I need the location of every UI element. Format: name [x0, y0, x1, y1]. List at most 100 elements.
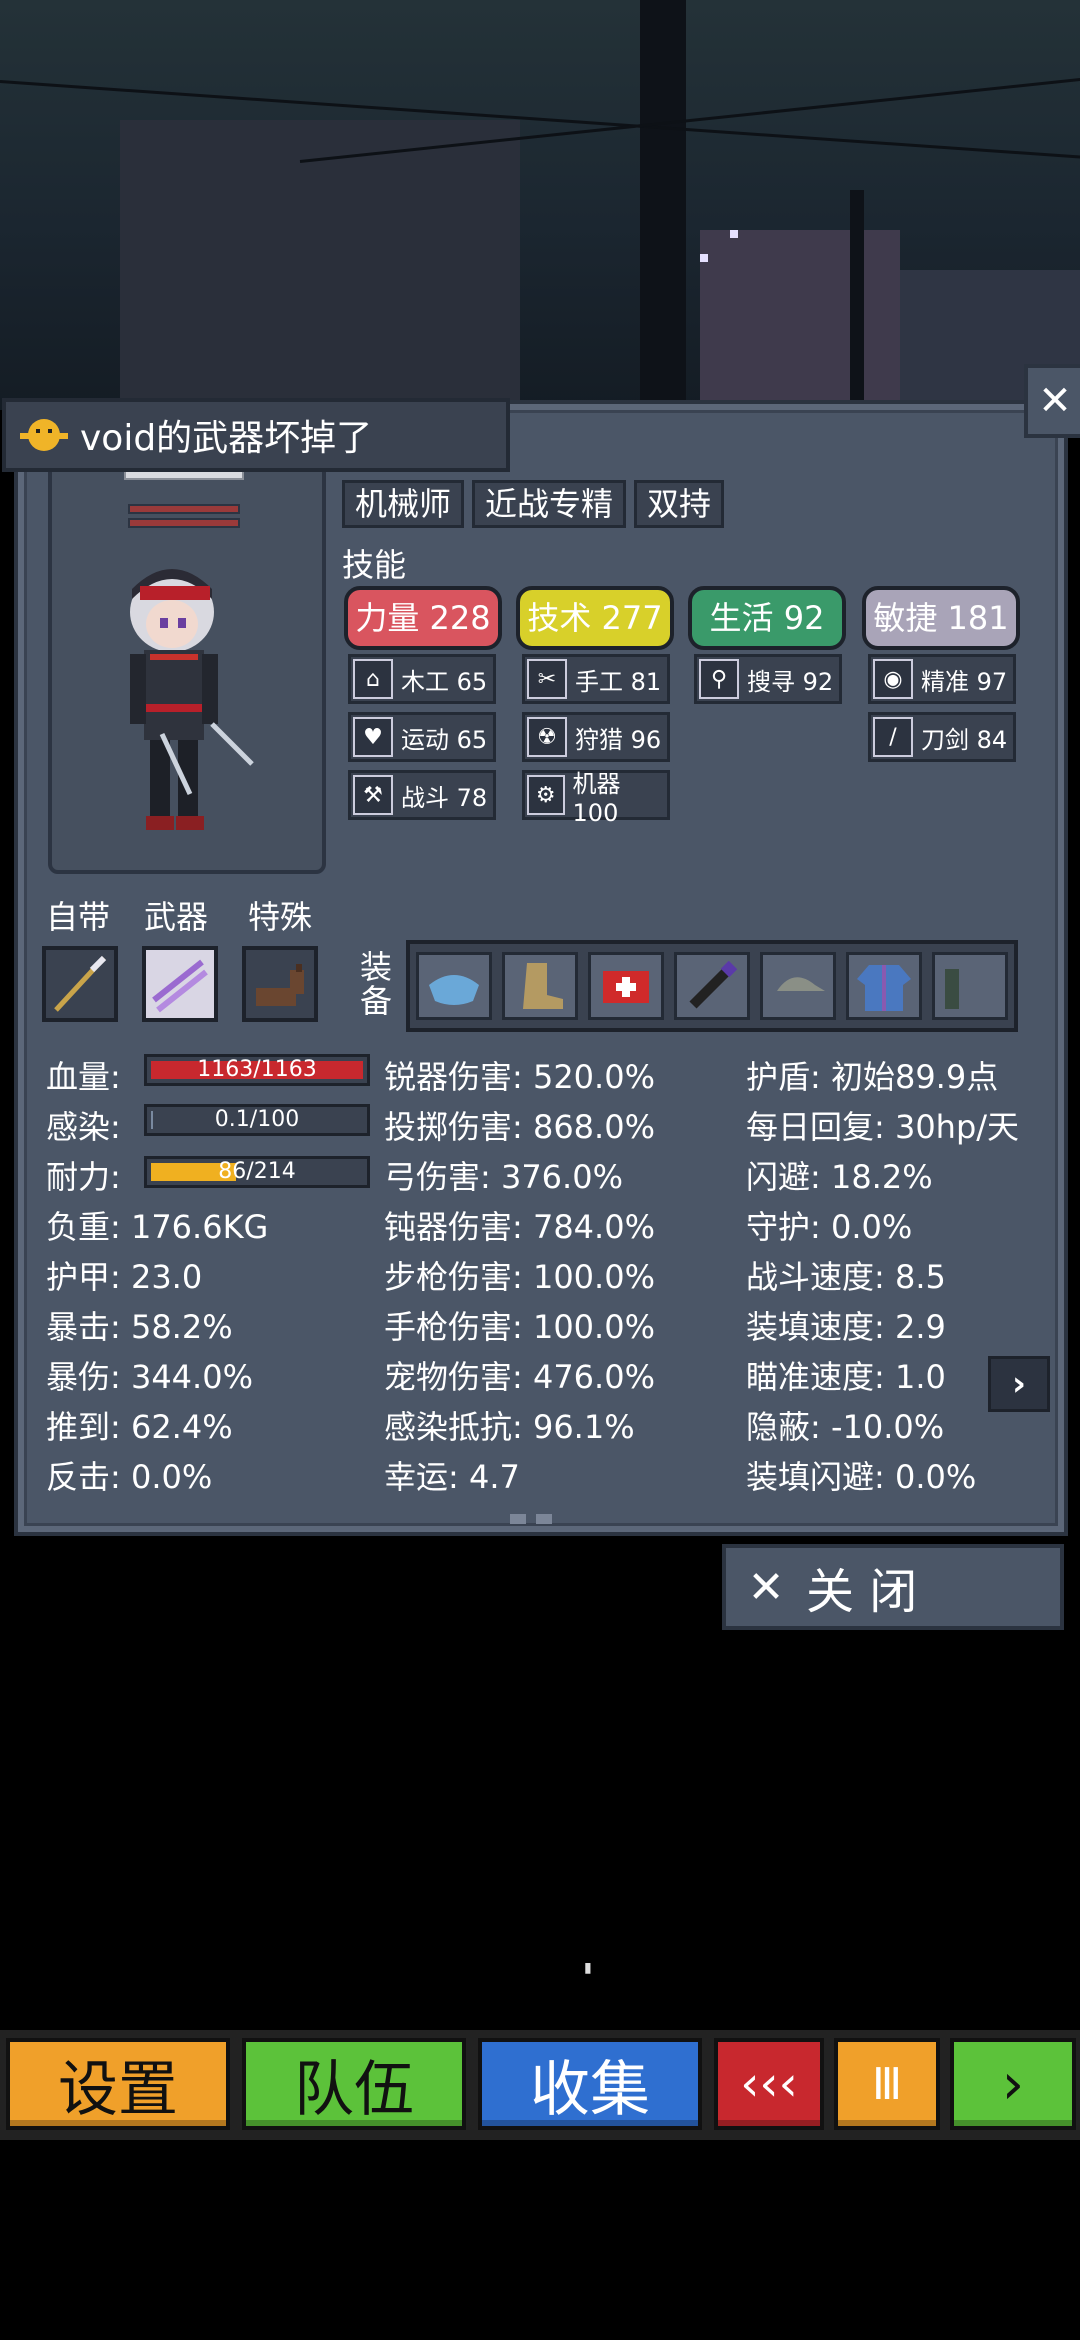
- pause-button[interactable]: Ⅲ: [834, 2038, 940, 2130]
- reload-speed-stat: 装填速度: 2.9: [746, 1308, 946, 1346]
- page-dot: [536, 1514, 552, 1524]
- skill-label: 机器 100: [572, 769, 621, 827]
- character-portrait: [48, 410, 326, 874]
- boot-icon: [523, 963, 563, 1009]
- portrait-health-bar: [128, 504, 240, 514]
- luck-stat: 幸运: 4.7: [384, 1458, 520, 1496]
- skill-label: 手工 81: [575, 667, 662, 696]
- skill-carpentry[interactable]: ⌂ 木工 65: [348, 654, 496, 704]
- attribute-agility[interactable]: 敏捷 181: [862, 586, 1020, 650]
- gear-icon: ⚙: [527, 775, 565, 815]
- crit-stat: 暴击: 58.2%: [46, 1308, 233, 1346]
- panel-close-icon[interactable]: ✕: [1024, 364, 1080, 438]
- close-button[interactable]: ✕ 关 闭: [722, 1544, 1064, 1630]
- pointer-icon: ▮: [584, 1960, 592, 1976]
- settings-button[interactable]: 设置: [6, 2038, 230, 2130]
- infection-label: 感染:: [46, 1108, 121, 1146]
- magnifier-icon: ⚲: [699, 659, 739, 699]
- close-button-label: 关 闭: [806, 1564, 918, 1620]
- skill-scavenging[interactable]: ⚲ 搜寻 92: [694, 654, 842, 704]
- cap-icon: [777, 977, 825, 991]
- equipment-label: 装备: [360, 948, 393, 1020]
- mask-icon: [429, 975, 479, 1005]
- dog-icon: [256, 964, 304, 1006]
- radiation-icon: ☢: [527, 717, 567, 757]
- hp-value: 1163/1163: [197, 1057, 317, 1082]
- utility-pole: [850, 190, 864, 410]
- counter-stat: 反击: 0.0%: [46, 1458, 213, 1496]
- special-slot[interactable]: [242, 946, 318, 1022]
- eye-icon: ◉: [873, 659, 913, 699]
- stealth-stat: 隐蔽: -10.0%: [746, 1408, 945, 1446]
- pistol-damage-stat: 手枪伤害: 100.0%: [384, 1308, 655, 1346]
- blunt-damage-stat: 钝器伤害: 784.0%: [384, 1208, 655, 1246]
- equipment-item-mask[interactable]: [416, 952, 492, 1020]
- infection-value: 0.1/100: [214, 1107, 300, 1132]
- daily-regen-stat: 每日回复: 30hp/天: [746, 1108, 1020, 1146]
- dodge-stat: 闪避: 18.2%: [746, 1158, 933, 1196]
- heart-icon: ♥: [353, 717, 393, 757]
- next-page-arrow-icon[interactable]: ›: [988, 1356, 1050, 1412]
- skill-machinery[interactable]: ⚙ 机器 100: [522, 770, 670, 827]
- house-icon: ⌂: [353, 659, 393, 699]
- skill-combat[interactable]: ⚒ 战斗 78: [348, 770, 496, 820]
- trait-mechanic[interactable]: 机械师: [342, 480, 465, 528]
- guard-stat: 守护: 0.0%: [746, 1208, 913, 1246]
- bow-damage-stat: 弓伤害: 376.0%: [384, 1158, 623, 1196]
- skill-label: 精准 97: [921, 667, 1008, 696]
- skill-crafting[interactable]: ✂ 手工 81: [522, 654, 670, 704]
- medkit-icon: [603, 971, 649, 1003]
- equipment-item-boots[interactable]: [502, 952, 578, 1020]
- skill-precision[interactable]: ◉ 精准 97: [868, 654, 1016, 704]
- shield-stat: 护盾: 初始89.9点: [746, 1058, 999, 1096]
- rifle-damage-stat: 步枪伤害: 100.0%: [384, 1258, 655, 1296]
- attribute-strength[interactable]: 力量 228: [344, 586, 502, 650]
- attribute-technique[interactable]: 技术 277: [516, 586, 674, 650]
- builtin-slot[interactable]: [42, 946, 118, 1022]
- crit-damage-stat: 暴伤: 344.0%: [46, 1358, 253, 1396]
- notification-text: void的武器坏掉了: [80, 418, 373, 459]
- rewind-button[interactable]: ‹‹‹: [714, 2038, 824, 2130]
- trait-dual-wield[interactable]: 双持: [634, 480, 725, 528]
- equipment-item-gun[interactable]: [932, 952, 1008, 1020]
- skill-label: 运动 65: [401, 725, 488, 754]
- collection-button[interactable]: 收集: [478, 2038, 702, 2130]
- building-silhouette: [120, 120, 520, 410]
- page-dot: [510, 1514, 526, 1524]
- weight-stat: 负重: 176.6KG: [46, 1208, 269, 1246]
- skill-label: 战斗 78: [401, 783, 488, 812]
- hp-bar: 1163/1163: [144, 1054, 370, 1086]
- building-silhouette: [700, 230, 900, 410]
- equipment-item-cap[interactable]: [760, 952, 836, 1020]
- weapon-slot[interactable]: [142, 946, 218, 1022]
- mascot-icon: [20, 419, 68, 451]
- infection-bar: 0.1/100: [144, 1104, 370, 1136]
- skill-label: 狩猎 96: [575, 725, 662, 754]
- attribute-life[interactable]: 生活 92: [688, 586, 846, 650]
- equipment-item-flashlight[interactable]: [674, 952, 750, 1020]
- bottom-toolbar: 设置 队伍 收集 ‹‹‹ Ⅲ ›: [0, 2030, 1080, 2140]
- team-button[interactable]: 队伍: [242, 2038, 466, 2130]
- skill-blades[interactable]: / 刀剑 84: [868, 712, 1016, 762]
- equipment-item-jacket[interactable]: [846, 952, 922, 1020]
- play-button[interactable]: ›: [950, 2038, 1076, 2130]
- skill-athletics[interactable]: ♥ 运动 65: [348, 712, 496, 762]
- gun-icon: [945, 969, 959, 1009]
- slot-label-special: 特殊: [248, 898, 313, 936]
- character-sprite: [130, 569, 254, 830]
- trait-melee-specialist[interactable]: 近战专精: [472, 480, 627, 528]
- equipment-item-medkit[interactable]: [588, 952, 664, 1020]
- close-icon: ✕: [747, 1561, 785, 1613]
- skills-heading: 技能: [342, 546, 407, 584]
- skill-label: 搜寻 92: [747, 667, 834, 696]
- stamina-bar: 86/214: [144, 1156, 370, 1188]
- skill-hunting[interactable]: ☢ 狩猎 96: [522, 712, 670, 762]
- infection-resist-stat: 感染抵抗: 96.1%: [384, 1408, 635, 1446]
- equipment-strip[interactable]: [406, 940, 1018, 1032]
- lit-window: [700, 254, 708, 262]
- spear-icon: [54, 955, 107, 1012]
- lit-window: [730, 230, 738, 238]
- portrait-stamina-bar: [128, 518, 240, 528]
- hp-label: 血量:: [46, 1058, 121, 1096]
- blade-icon: /: [873, 717, 913, 757]
